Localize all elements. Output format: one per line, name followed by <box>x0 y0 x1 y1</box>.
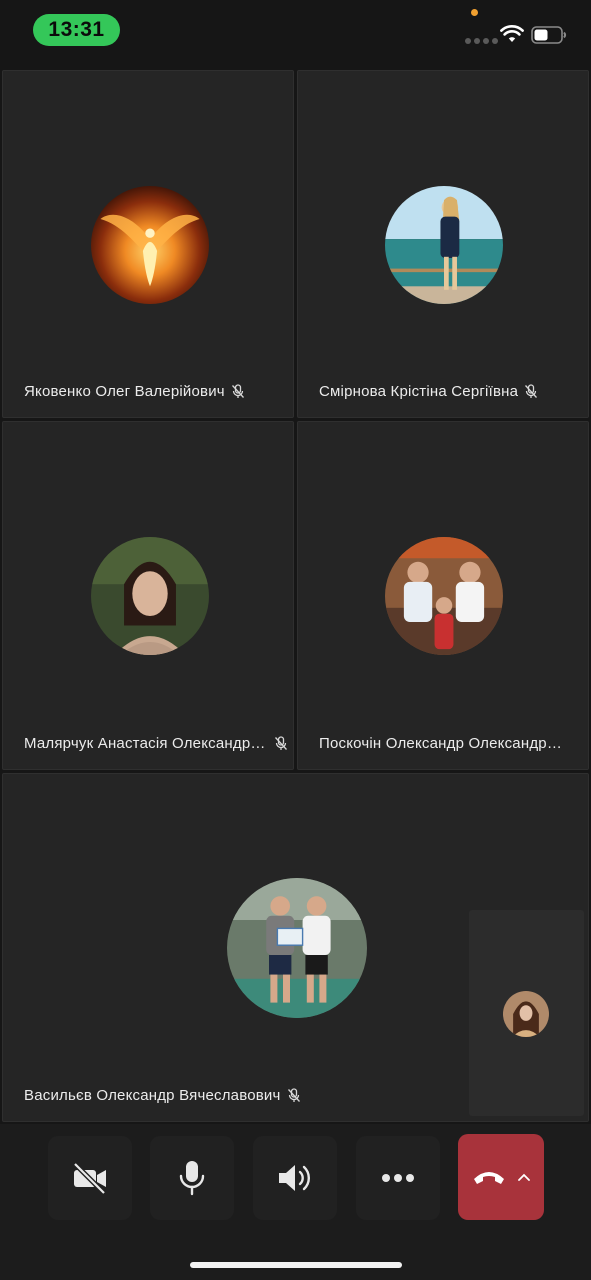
wifi-icon <box>500 25 524 42</box>
microphone-icon <box>179 1161 205 1196</box>
participant-name-row: Яковенко Олег Валерійович <box>24 383 245 400</box>
more-horizontal-icon <box>382 1174 414 1182</box>
camera-off-icon <box>73 1162 106 1195</box>
chevron-up-icon[interactable] <box>518 1173 530 1181</box>
participant-tile-4[interactable]: Поскочін Олександр Олександрович <box>297 421 589 770</box>
mic-muted-icon <box>287 1088 300 1102</box>
participant-avatar-portrait <box>91 537 209 655</box>
cellular-signal-icon <box>465 38 498 44</box>
end-call-icon <box>474 1172 504 1184</box>
more-options-button[interactable] <box>356 1136 440 1220</box>
speaker-toggle-button[interactable] <box>253 1136 337 1220</box>
participant-avatar-group <box>385 537 503 655</box>
participant-name: Малярчук Анастасія Олександрівна <box>24 735 268 752</box>
self-avatar <box>503 991 549 1037</box>
status-bar: 13:31 <box>0 0 591 62</box>
microphone-toggle-button[interactable] <box>150 1136 234 1220</box>
participant-name: Яковенко Олег Валерійович <box>24 383 225 400</box>
participant-name-row: Поскочін Олександр Олександрович <box>319 735 563 752</box>
participant-name: Васильєв Олександр Вячеславович <box>24 1087 281 1104</box>
mic-muted-icon <box>275 736 287 750</box>
self-view-tile[interactable] <box>469 910 584 1116</box>
battery-icon <box>531 26 567 44</box>
participant-name-row: Васильєв Олександр Вячеславович <box>24 1087 301 1104</box>
participant-avatar-certificate <box>227 878 367 1018</box>
mic-muted-icon <box>525 384 538 398</box>
participant-tile-3[interactable]: Малярчук Анастасія Олександрівна <box>2 421 294 770</box>
participant-name: Смірнова Крістіна Сергіївна <box>319 383 519 400</box>
participant-name-row: Смірнова Крістіна Сергіївна <box>319 383 538 400</box>
privacy-indicator-dot <box>471 9 478 16</box>
camera-toggle-button[interactable] <box>48 1136 132 1220</box>
participant-avatar-sea <box>385 186 503 304</box>
participant-tile-1[interactable]: Яковенко Олег Валерійович <box>2 70 294 418</box>
participant-tile-2[interactable]: Смірнова Крістіна Сергіївна <box>297 70 589 418</box>
speaker-icon <box>279 1165 310 1191</box>
participant-name-row: Малярчук Анастасія Олександрівна <box>24 735 288 752</box>
end-call-button[interactable] <box>458 1134 544 1220</box>
mic-muted-icon <box>231 384 244 398</box>
participant-name: Поскочін Олександр Олександрович <box>319 735 563 752</box>
home-indicator[interactable] <box>190 1262 402 1268</box>
participant-avatar-phoenix <box>91 186 209 304</box>
status-time: 13:31 <box>33 14 120 46</box>
